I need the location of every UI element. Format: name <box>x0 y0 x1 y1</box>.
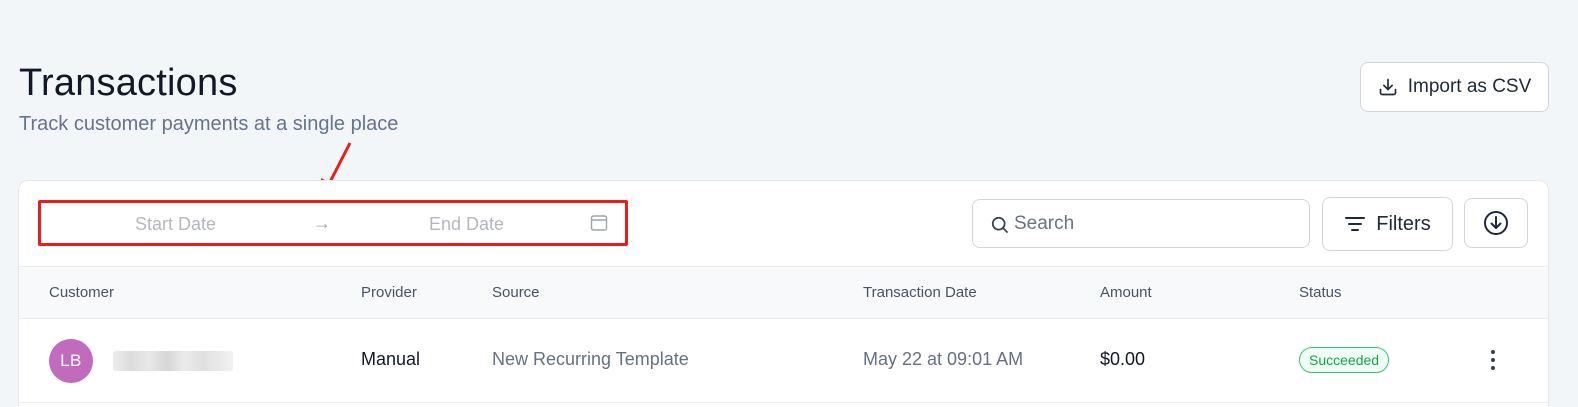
column-header-source[interactable]: Source <box>492 284 540 301</box>
page-title: Transactions <box>19 62 238 104</box>
date-range-picker[interactable]: Start Date → End Date <box>38 200 628 246</box>
customer-name-redacted <box>113 351 233 371</box>
avatar: LB <box>49 339 93 383</box>
provider-cell: Manual <box>361 349 421 369</box>
source-cell: New Recurring Template <box>492 349 689 369</box>
table-row[interactable]: LB Manual New Recurring Template May 22 … <box>19 319 1548 403</box>
status-badge: Succeeded <box>1299 347 1390 373</box>
filters-label: Filters <box>1376 212 1431 235</box>
filters-button[interactable]: Filters <box>1322 197 1453 251</box>
calendar-icon[interactable] <box>590 214 608 232</box>
kebab-dot <box>1491 358 1495 362</box>
circle-download-icon <box>1484 211 1508 235</box>
download-button[interactable] <box>1464 198 1528 248</box>
search-icon <box>991 216 1008 233</box>
column-header-customer[interactable]: Customer <box>49 284 114 301</box>
arrow-right-icon: → <box>313 213 331 233</box>
column-header-transaction-date[interactable]: Transaction Date <box>863 284 977 301</box>
transactions-card: Start Date → End Date Filters Customer <box>18 180 1549 407</box>
filter-lines-icon <box>1345 217 1366 231</box>
end-date-input[interactable]: End Date <box>429 214 504 235</box>
import-csv-button[interactable]: Import as CSV <box>1360 62 1549 112</box>
start-date-input[interactable]: Start Date <box>135 214 216 235</box>
column-header-amount[interactable]: Amount <box>1100 284 1152 301</box>
transaction-date-cell: May 22 at 09:01 AM <box>863 349 1024 369</box>
table-header: Customer Provider Source Transaction Dat… <box>19 266 1548 319</box>
search-field[interactable] <box>972 199 1310 248</box>
download-icon <box>1379 78 1397 96</box>
kebab-dot <box>1491 350 1495 354</box>
page-subtitle: Track customer payments at a single plac… <box>19 113 399 135</box>
amount-cell: $0.00 <box>1100 349 1146 369</box>
import-csv-label: Import as CSV <box>1407 76 1532 97</box>
search-input[interactable] <box>1014 209 1294 239</box>
column-header-status[interactable]: Status <box>1299 284 1342 301</box>
column-header-provider[interactable]: Provider <box>361 284 417 301</box>
kebab-dot <box>1491 366 1495 370</box>
more-options-icon[interactable] <box>1485 347 1501 373</box>
